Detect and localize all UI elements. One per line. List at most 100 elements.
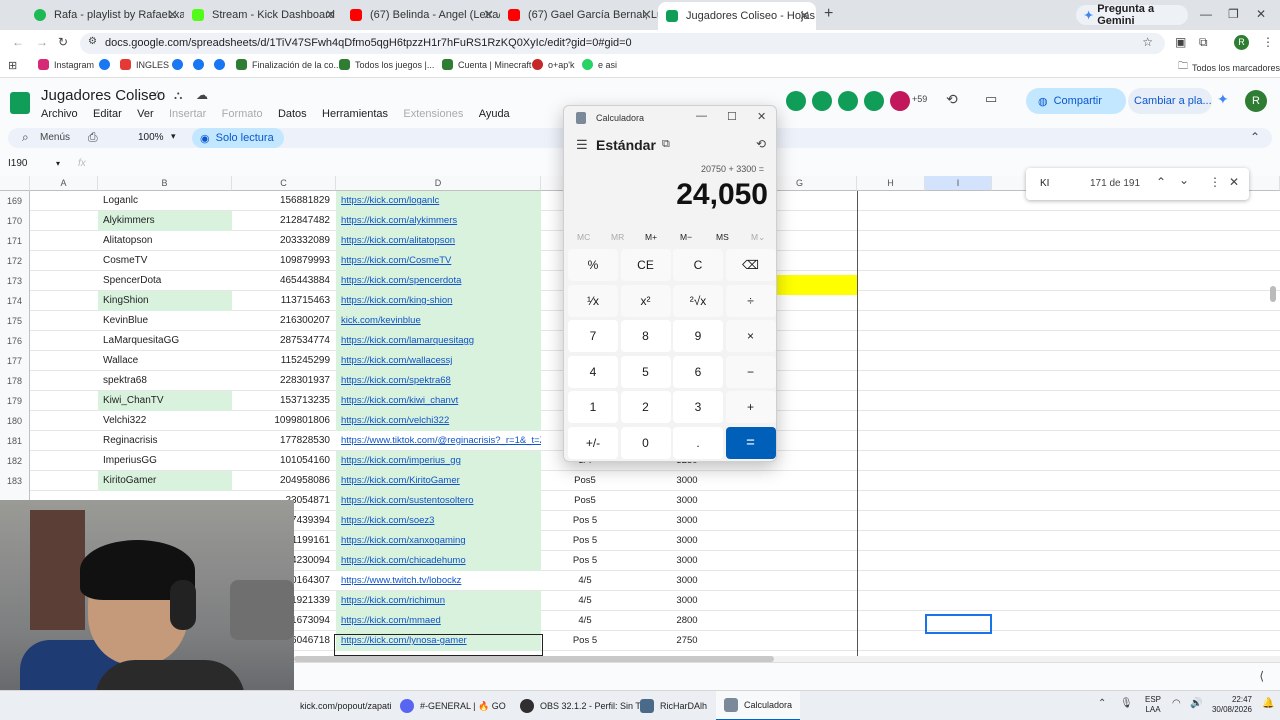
tab-spotify[interactable]: Rafa - playlist by RafaeLxared | ✕	[26, 4, 184, 26]
digit-7-button[interactable]: 7	[568, 320, 618, 352]
backspace-button[interactable]: ⌫	[725, 249, 776, 281]
cell-position[interactable]: 4/5	[541, 591, 629, 611]
collaborator-icon[interactable]	[786, 91, 806, 111]
bookmark-item[interactable]: o+ap'k	[532, 59, 575, 70]
cell-id[interactable]: 177828530	[232, 431, 336, 451]
cell-link[interactable]: https://kick.com/sustentosoltero	[336, 491, 541, 511]
memory-subtract-button[interactable]: M−	[680, 232, 692, 242]
row-number[interactable]: 181	[0, 431, 30, 451]
menu-editar[interactable]: Editar	[93, 108, 122, 120]
cell-link[interactable]: https://kick.com/kiwi_chanvt	[336, 391, 541, 411]
cell-link[interactable]: https://kick.com/loganlc	[336, 191, 541, 211]
cell-position[interactable]: Pos 5	[541, 531, 629, 551]
menu-herramientas[interactable]: Herramientas	[322, 108, 388, 120]
close-icon[interactable]: ✕	[757, 110, 766, 123]
cell-points[interactable]: 2750	[650, 631, 724, 651]
corner-cell[interactable]	[0, 176, 30, 191]
memory-recall-button[interactable]: MR	[611, 232, 624, 242]
menu-archivo[interactable]: Archivo	[41, 108, 78, 120]
new-tab-button[interactable]: +	[824, 5, 833, 23]
bookmark-item[interactable]	[172, 59, 188, 70]
cell-id[interactable]: 113715463	[232, 291, 336, 311]
equals-button[interactable]: =	[725, 426, 776, 459]
tab-sheets[interactable]: Jugadores Coliseo - Hojas de c ✕	[658, 2, 816, 30]
cell-points[interactable]: 3000	[650, 531, 724, 551]
minimize-window-button[interactable]: —	[1200, 7, 1212, 21]
cell-link[interactable]: https://www.tiktok.com/@reginacrisis?_r=…	[336, 431, 541, 451]
memory-store-button[interactable]: MS	[716, 232, 729, 242]
collaborator-icon[interactable]	[864, 91, 884, 111]
cell-name[interactable]: CosmeTV	[98, 251, 232, 271]
explore-icon[interactable]: ⟨	[1259, 669, 1264, 683]
history-icon[interactable]: ⟲	[756, 137, 766, 151]
cell-points[interactable]: 3000	[650, 551, 724, 571]
minimize-icon[interactable]: —	[696, 110, 707, 122]
reload-icon[interactable]: ↻	[58, 35, 68, 49]
cell-position[interactable]: Pos 5	[541, 511, 629, 531]
cell-link[interactable]: https://kick.com/wallacessj	[336, 351, 541, 371]
forward-icon[interactable]: →	[36, 35, 48, 49]
row-number[interactable]: 174	[0, 291, 30, 311]
square-root-button[interactable]: ²√x	[673, 284, 723, 317]
doc-title[interactable]: Jugadores Coliseo	[41, 87, 165, 104]
cell-id[interactable]: 228301937	[232, 371, 336, 391]
cell-id[interactable]: 1099801806	[232, 411, 336, 431]
cell-id[interactable]: 216300207	[232, 311, 336, 331]
bookmark-item[interactable]: Finalización de la co...	[236, 59, 341, 70]
microphone-icon[interactable]: 🎙	[1120, 698, 1133, 709]
row-number[interactable]: 173	[0, 271, 30, 291]
cell-link[interactable]: https://kick.com/spektra68	[336, 371, 541, 391]
all-bookmarks-button[interactable]: 🗀 Todos los marcadores	[1178, 59, 1280, 76]
add-button[interactable]: +	[725, 391, 776, 423]
taskbar-item-obs[interactable]: OBS 32.1.2 - Perfil: Sin Tí	[520, 691, 643, 720]
menu-formato[interactable]: Formato	[222, 108, 263, 120]
digit-2-button[interactable]: 2	[620, 391, 671, 423]
wifi-icon[interactable]: ◠	[1172, 698, 1181, 709]
cell-points[interactable]: 3000	[650, 491, 724, 511]
bookmark-star-icon[interactable]: ☆	[1142, 35, 1153, 49]
cell-link[interactable]: https://kick.com/king-shion	[336, 291, 541, 311]
puzzle-icon[interactable]: ⧉	[1199, 35, 1208, 50]
cell-id[interactable]: 101054160	[232, 451, 336, 471]
row-number[interactable]: 170	[0, 211, 30, 231]
move-icon[interactable]: ⛬	[174, 88, 182, 103]
close-icon[interactable]: ✕	[799, 8, 810, 24]
taskbar-item-calculator[interactable]: Calculadora	[716, 691, 801, 720]
column-header-i[interactable]: I	[925, 176, 992, 191]
extension-icon[interactable]: ▣	[1175, 35, 1186, 49]
cell-name[interactable]: ImperiusGG	[98, 451, 232, 471]
account-avatar[interactable]: R	[1245, 90, 1267, 112]
more-menu-icon[interactable]: ⋮	[1262, 35, 1274, 49]
cell-id[interactable]: 212847482	[232, 211, 336, 231]
apps-grid-icon[interactable]: ⊞	[8, 59, 17, 72]
cell-points[interactable]: 3000	[650, 471, 724, 491]
close-window-button[interactable]: ✕	[1256, 7, 1266, 21]
cell-position[interactable]: 4/5	[541, 611, 629, 631]
url-field[interactable]: ⚙ docs.google.com/spreadsheets/d/1TiV47S…	[80, 33, 1165, 54]
digit-4-button[interactable]: 4	[568, 355, 618, 388]
cell-link[interactable]: https://kick.com/soez3	[336, 511, 541, 531]
back-icon[interactable]: ←	[12, 35, 24, 49]
close-icon[interactable]: ✕	[325, 7, 336, 23]
multiply-button[interactable]: ×	[725, 320, 776, 352]
meet-icon[interactable]: ▭	[985, 91, 997, 107]
close-icon[interactable]: ✕	[167, 7, 178, 23]
cell-link[interactable]: https://kick.com/KiritoGamer	[336, 471, 541, 491]
cell-id[interactable]: 156881829	[232, 191, 336, 211]
row-number[interactable]: 182	[0, 451, 30, 471]
cell-points[interactable]: 3000	[650, 511, 724, 531]
close-icon[interactable]: ✕	[641, 7, 652, 23]
digit-8-button[interactable]: 8	[620, 320, 671, 352]
clear-button[interactable]: C	[673, 249, 723, 281]
tab-youtube-2[interactable]: (67) Gael García Bernal, Lucy H ✕	[500, 4, 658, 26]
cell-position[interactable]: Pos 5	[541, 551, 629, 571]
cell-link[interactable]: https://kick.com/velchi322	[336, 411, 541, 431]
percent-button[interactable]: %	[568, 249, 618, 281]
taskbar-item-richard[interactable]: RicHarDAlh	[640, 691, 707, 720]
digit-5-button[interactable]: 5	[620, 355, 671, 388]
cell-id[interactable]: 153713235	[232, 391, 336, 411]
cell-id[interactable]: 109879993	[232, 251, 336, 271]
taskbar-item-discord[interactable]: #-GENERAL | 🔥 GO	[400, 691, 506, 720]
close-icon[interactable]: ✕	[483, 7, 494, 23]
reciprocal-button[interactable]: ¹⁄x	[568, 284, 618, 317]
